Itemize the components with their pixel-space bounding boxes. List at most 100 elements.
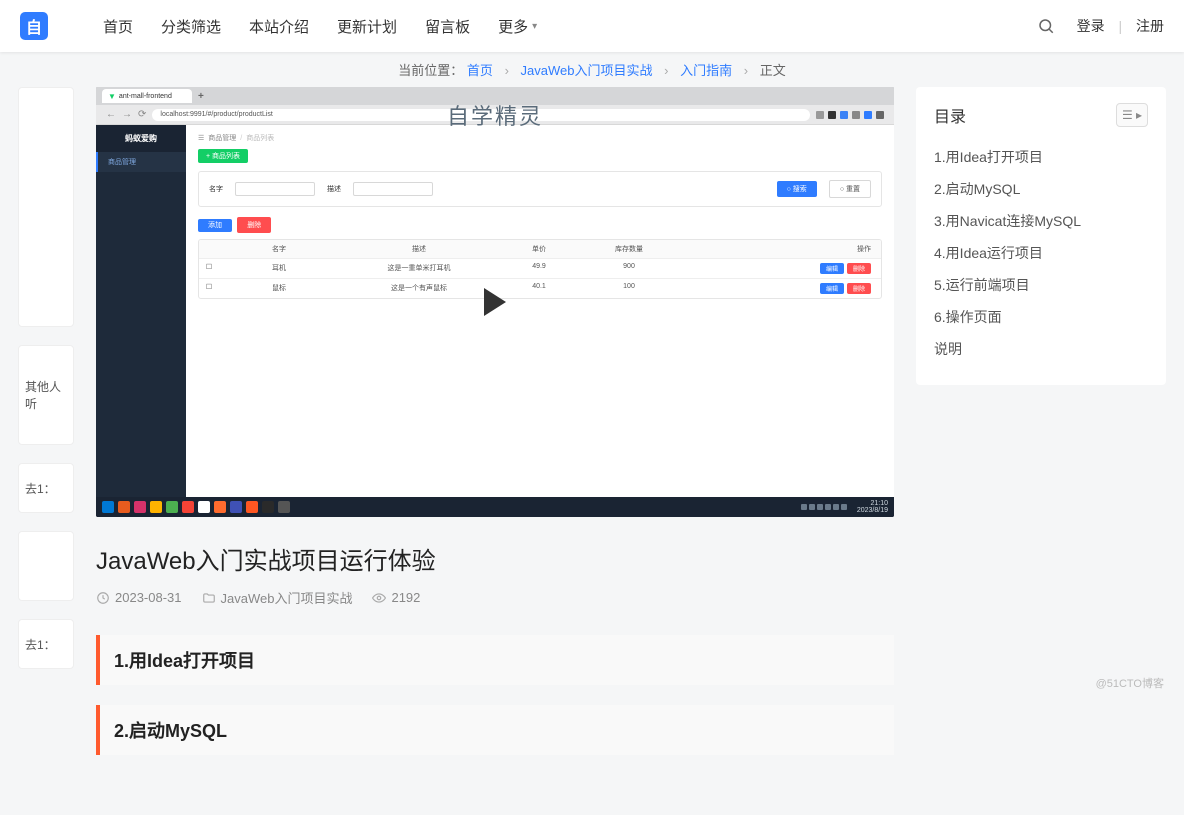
back-icon: ← xyxy=(106,109,116,120)
register-link[interactable]: 注册 xyxy=(1136,18,1164,34)
chevron-down-icon: ▾ xyxy=(532,21,537,32)
crumb-sep: / xyxy=(240,135,242,142)
crumb-home[interactable]: 首页 xyxy=(467,63,493,78)
video-watermark: 自学精灵 xyxy=(447,99,543,131)
ext-icon xyxy=(876,111,884,119)
filter-label: 名字 xyxy=(209,184,223,194)
sidebar-item: 商品管理 xyxy=(96,152,186,172)
add-button: 添加 xyxy=(198,219,232,232)
crumb-sep: › xyxy=(744,63,748,78)
table-row: ☐ 耳机 这是一重单米打耳机 49.9 900 编辑删除 xyxy=(199,258,881,278)
tray-icon xyxy=(801,504,807,510)
nav-links: 首页 分类筛选 本站介绍 更新计划 留言板 更多 ▾ xyxy=(103,16,1037,37)
tb-icon xyxy=(262,501,274,513)
frag-text: 其他人听 xyxy=(25,378,67,412)
crumb-text: 商品列表 xyxy=(246,133,274,143)
toc-item[interactable]: 6.操作页面 xyxy=(934,301,1148,333)
toc-item[interactable]: 说明 xyxy=(934,333,1148,365)
tb-icon xyxy=(278,501,290,513)
toc-item[interactable]: 5.运行前端项目 xyxy=(934,269,1148,301)
nav-filter[interactable]: 分类筛选 xyxy=(161,16,221,37)
del-btn: 删除 xyxy=(847,263,871,274)
th: 操作 xyxy=(679,240,881,258)
login-link[interactable]: 登录 xyxy=(1077,18,1105,34)
td-actions: 编辑删除 xyxy=(679,259,881,278)
video-player[interactable]: 自学精灵 ▼ant-mall-frontend + ← → ⟳ localhos… xyxy=(96,87,894,517)
table-row: ☐ 鼠标 这是一个有声鼠标 40.1 100 编辑删除 xyxy=(199,278,881,298)
tb-icon xyxy=(214,501,226,513)
nav-more-label: 更多 xyxy=(498,16,528,37)
clock-time: 21:10 xyxy=(857,500,888,507)
frag-card: 其他人听 xyxy=(18,345,74,445)
section-heading-2: 2.启动MySQL xyxy=(96,705,894,755)
main-content: 自学精灵 ▼ant-mall-frontend + ← → ⟳ localhos… xyxy=(96,87,894,775)
meta-category[interactable]: JavaWeb入门项目实战 xyxy=(202,588,353,607)
nav-plan[interactable]: 更新计划 xyxy=(337,16,397,37)
tray-icon xyxy=(817,504,823,510)
toc-title: 目录 xyxy=(934,103,966,127)
meta-date: 2023-08-31 xyxy=(96,590,182,605)
nav-more[interactable]: 更多 ▾ xyxy=(498,16,537,37)
filter-label: 描述 xyxy=(327,184,341,194)
nav-right: 登录 | 注册 xyxy=(1037,16,1164,36)
auth-divider: | xyxy=(1118,18,1122,34)
filter-box: 名字 描述 ○ 搜索 ○ 重置 xyxy=(198,171,882,207)
nav-guestbook[interactable]: 留言板 xyxy=(425,16,470,37)
crumb-cat[interactable]: JavaWeb入门项目实战 xyxy=(521,63,653,78)
toc-list: 1.用Idea打开项目 2.启动MySQL 3.用Navicat连接MySQL … xyxy=(934,141,1148,365)
ext-icon xyxy=(852,111,860,119)
nav-about[interactable]: 本站介绍 xyxy=(249,16,309,37)
crumb-text: 商品管理 xyxy=(208,133,236,143)
tray-icon xyxy=(825,504,831,510)
top-nav: 自 首页 分类筛选 本站介绍 更新计划 留言板 更多 ▾ 登录 | 注册 xyxy=(0,0,1184,52)
data-table: 名字 描述 单价 库存数量 操作 ☐ 耳机 这是一重单米打耳机 49.9 xyxy=(198,239,882,299)
toc-header: 目录 ☰ ▸ xyxy=(934,103,1148,127)
frag-text: 去1： xyxy=(25,636,56,653)
delete-button: 删除 xyxy=(237,217,271,233)
tray-icon xyxy=(841,504,847,510)
site-logo[interactable]: 自 xyxy=(20,12,48,40)
tb-icon xyxy=(134,501,146,513)
reload-icon: ⟳ xyxy=(138,109,146,120)
taskbar-clock: 21:10 2023/8/19 xyxy=(857,500,888,514)
app-sidebar: 蚂蚁爱购 商品管理 xyxy=(96,125,186,497)
play-icon[interactable] xyxy=(484,288,506,316)
ext-icon xyxy=(816,111,824,119)
browser-tab: ▼ant-mall-frontend xyxy=(102,89,192,103)
ext-icon xyxy=(840,111,848,119)
tb-icon xyxy=(198,501,210,513)
th: 描述 xyxy=(339,240,499,258)
td: 100 xyxy=(579,279,679,298)
search-icon[interactable] xyxy=(1037,17,1055,35)
taskbar: 21:10 2023/8/19 xyxy=(96,497,894,517)
section-heading-1: 1.用Idea打开项目 xyxy=(96,635,894,685)
vue-icon: ▼ xyxy=(108,92,116,101)
toc-panel: 目录 ☰ ▸ 1.用Idea打开项目 2.启动MySQL 3.用Navicat连… xyxy=(916,87,1166,385)
ext-icons xyxy=(816,111,884,119)
toc-toggle-button[interactable]: ☰ ▸ xyxy=(1116,103,1148,127)
meta-date-text: 2023-08-31 xyxy=(115,590,182,605)
td: 耳机 xyxy=(219,259,339,278)
td-checkbox: ☐ xyxy=(199,259,219,278)
toc-item[interactable]: 4.用Idea运行项目 xyxy=(934,237,1148,269)
frag-card xyxy=(18,531,74,601)
td: 900 xyxy=(579,259,679,278)
meta-category-text: JavaWeb入门项目实战 xyxy=(221,588,353,607)
tb-icon xyxy=(118,501,130,513)
td: 鼠标 xyxy=(219,279,339,298)
list-icon: ☰ ▸ xyxy=(1122,108,1142,122)
td: 49.9 xyxy=(499,259,579,278)
toc-item[interactable]: 2.启动MySQL xyxy=(934,173,1148,205)
clock-icon xyxy=(96,591,110,605)
tb-icon xyxy=(230,501,242,513)
meta-views-text: 2192 xyxy=(391,590,420,605)
toc-item[interactable]: 3.用Navicat连接MySQL xyxy=(934,205,1148,237)
crumb-section[interactable]: 入门指南 xyxy=(680,63,732,78)
th-checkbox xyxy=(199,240,219,258)
auth-block: 登录 | 注册 xyxy=(1077,16,1164,36)
nav-home[interactable]: 首页 xyxy=(103,16,133,37)
td-checkbox: ☐ xyxy=(199,279,219,298)
toc-item[interactable]: 1.用Idea打开项目 xyxy=(934,141,1148,173)
app-breadcrumb: ☰ 商品管理 / 商品列表 xyxy=(198,133,882,143)
edit-btn: 编辑 xyxy=(820,263,844,274)
